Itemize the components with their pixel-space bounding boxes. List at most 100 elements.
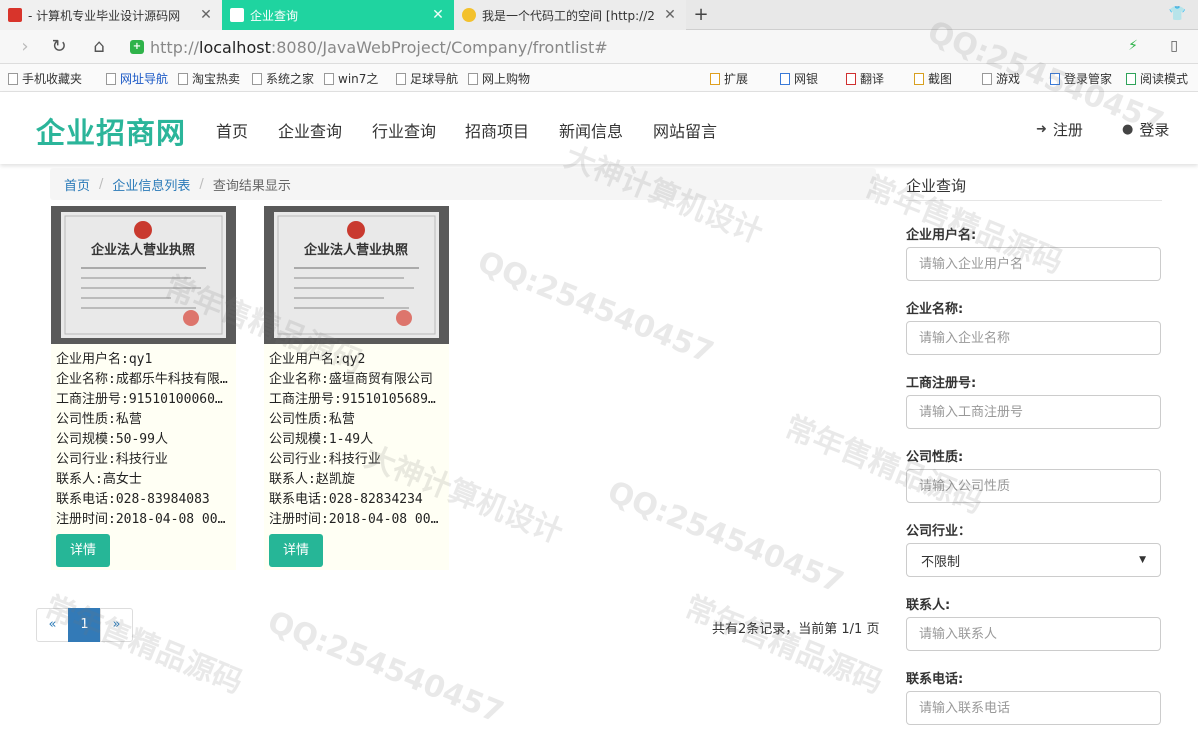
extensions-menu[interactable]: 扩展 <box>710 70 748 87</box>
breadcrumb-home[interactable]: 首页 <box>64 175 90 194</box>
phone-label: 联系电话: <box>906 672 964 687</box>
register-label: 注册 <box>1052 121 1083 139</box>
close-tab-icon[interactable]: ✕ <box>430 7 446 23</box>
nav-industry-search[interactable]: 行业查询 <box>372 118 436 142</box>
bookmark-label: 足球导航 <box>410 72 459 86</box>
extension-icon <box>710 72 720 85</box>
tab-title: - 计算机专业毕业设计源码网 <box>28 8 181 23</box>
nav-guestbook[interactable]: 网站留言 <box>653 118 717 142</box>
watermark: QQ:254540457 <box>472 244 719 371</box>
field-registration-number: 工商注册号:9151010568966 <box>269 392 441 407</box>
new-tab-button[interactable]: + <box>690 4 712 26</box>
pagination: « 1 » <box>36 608 133 642</box>
bank-menu[interactable]: 网银 <box>780 70 818 87</box>
prev-page-button[interactable]: « <box>36 608 69 642</box>
page-icon <box>230 8 244 22</box>
translate-menu[interactable]: 翻译 <box>846 70 884 87</box>
watermark: 常年售精品源码 <box>679 589 888 701</box>
details-button[interactable]: 详情 <box>269 534 323 567</box>
toolbar-label: 登录管家 <box>1064 72 1113 86</box>
field-register-time: 注册时间:2018-04-08 00:00:00 <box>269 512 441 527</box>
browser-tab-bar: - 计算机专业毕业设计源码网 ✕ 企业查询 ✕ 我是一个代码工的空间 [http… <box>0 0 1198 30</box>
close-tab-icon[interactable]: ✕ <box>198 7 214 23</box>
browser-tab-3[interactable]: 我是一个代码工的空间 [http://2 ✕ <box>454 0 686 30</box>
browser-tab-2-active[interactable]: 企业查询 ✕ <box>222 0 454 30</box>
business-license-photo[interactable]: 企业法人营业执照 <box>264 206 449 344</box>
bookmark-label: 手机收藏夹 <box>22 72 83 86</box>
skin-icon[interactable]: 👕 <box>1169 6 1186 22</box>
field-industry: 公司行业:科技行业 <box>269 452 381 467</box>
accelerate-icon[interactable]: ⚡ <box>1128 38 1138 54</box>
bookmark-item[interactable]: 淘宝热卖 <box>178 70 240 87</box>
search-panel-title: 企业查询 <box>906 177 967 195</box>
reload-icon[interactable]: ↻ <box>48 36 70 58</box>
field-company-nature: 公司性质:私营 <box>269 412 355 427</box>
divider <box>906 200 1162 201</box>
login-manager[interactable]: 登录管家 <box>1050 70 1112 87</box>
translate-icon <box>846 72 856 85</box>
register-link[interactable]: ➜ 注册 <box>1036 119 1083 140</box>
field-username: 企业用户名:qy2 <box>269 352 366 367</box>
home-icon[interactable]: ⌂ <box>88 36 110 58</box>
toolbar-label: 阅读模式 <box>1140 72 1189 86</box>
bookmark-item[interactable]: win7之 <box>324 70 378 87</box>
license-image: 企业法人营业执照 <box>264 206 449 344</box>
screenshot-menu[interactable]: 截图 <box>914 70 952 87</box>
phone-input[interactable] <box>906 691 1161 725</box>
field-contact: 联系人:高女士 <box>56 472 142 487</box>
nav-investment-projects[interactable]: 招商项目 <box>465 118 529 142</box>
bookmark-item[interactable]: 手机收藏夹 <box>8 70 82 87</box>
chevron-down-icon: ▼ <box>1139 555 1146 565</box>
site-logo[interactable]: 企业招商网 <box>36 110 186 152</box>
site-header: 企业招商网 首页 企业查询 行业查询 招商项目 新闻信息 网站留言 ➜ 注册 ●… <box>0 92 1198 164</box>
bookmark-item[interactable]: 足球导航 <box>396 70 458 87</box>
industry-label: 公司行业： <box>906 524 972 539</box>
login-link[interactable]: ● 登录 <box>1122 119 1169 140</box>
contact-input[interactable] <box>906 617 1161 651</box>
gamepad-icon <box>982 72 992 85</box>
games-menu[interactable]: 游戏 <box>982 70 1020 87</box>
bookmark-icon <box>396 72 406 85</box>
url-input[interactable]: + http:// localhost :8080/JavaWebProject… <box>130 35 1150 59</box>
bookmark-item[interactable]: 网上购物 <box>468 70 530 87</box>
contact-label: 联系人: <box>906 598 951 613</box>
login-label: 登录 <box>1139 121 1170 139</box>
bookmark-item[interactable]: 系统之家 <box>252 70 314 87</box>
nav-home[interactable]: 首页 <box>216 118 248 142</box>
company-nature-label: 公司性质: <box>906 450 964 465</box>
next-page-button[interactable]: » <box>100 608 133 642</box>
industry-select[interactable]: 不限制 ▼ <box>906 543 1161 577</box>
browser-tab-1[interactable]: - 计算机专业毕业设计源码网 ✕ <box>0 0 222 30</box>
url-path: :8080/JavaWebProject/Company/frontlist# <box>270 37 608 57</box>
sign-in-icon: ➜ <box>1036 122 1047 137</box>
breadcrumb-current: 查询结果显示 <box>212 178 291 194</box>
site-favicon-icon <box>8 8 22 22</box>
license-title: 企业法人营业执照 <box>303 242 408 258</box>
details-button[interactable]: 详情 <box>56 534 110 567</box>
company-name-input[interactable] <box>906 321 1161 355</box>
bookmark-item[interactable]: 网址导航 <box>106 70 168 87</box>
bookmark-icon <box>178 72 188 85</box>
registration-number-input[interactable] <box>906 395 1161 429</box>
breadcrumb-company-list[interactable]: 企业信息列表 <box>112 175 190 194</box>
company-nature-input[interactable] <box>906 469 1161 503</box>
field-registration-number: 工商注册号:9151010006089 <box>56 392 228 407</box>
company-details: 企业用户名:qy1 企业名称:成都乐牛科技有限公司 工商注册号:91510100… <box>56 350 228 530</box>
field-company-size: 公司规模:50-99人 <box>56 432 168 447</box>
bookmarks-bar: 手机收藏夹 网址导航 淘宝热卖 系统之家 win7之 足球导航 网上购物 扩展 … <box>0 64 1198 92</box>
nav-news[interactable]: 新闻信息 <box>559 118 623 142</box>
watermark: QQ:254540457 <box>262 604 509 731</box>
toolbar-label: 游戏 <box>996 72 1021 86</box>
page-1-button[interactable]: 1 <box>68 608 101 642</box>
toolbar-label: 翻译 <box>860 72 885 86</box>
field-company-name: 企业名称:成都乐牛科技有限公司 <box>56 372 228 387</box>
business-license-photo[interactable]: 企业法人营业执照 <box>51 206 236 344</box>
nav-company-search[interactable]: 企业查询 <box>278 118 342 142</box>
field-phone: 联系电话:028-82834234 <box>269 492 423 507</box>
close-tab-icon[interactable]: ✕ <box>662 7 678 23</box>
username-input[interactable] <box>906 247 1161 281</box>
reading-mode[interactable]: 阅读模式 <box>1126 70 1188 87</box>
mobile-icon[interactable]: ▯ <box>1170 38 1178 54</box>
bookmark-label: win7之 <box>338 72 379 86</box>
forward-icon[interactable]: › <box>14 36 36 58</box>
